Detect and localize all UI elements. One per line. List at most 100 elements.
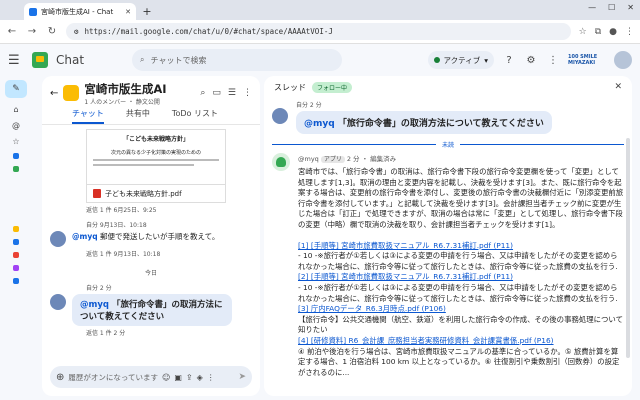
settings-icon[interactable]: ⚙ <box>524 55 538 66</box>
citation-excerpt: - 10 -※旅行者が①若しくは③による変更の申請を行う場合、又は申請をしたがそ… <box>298 251 618 271</box>
list-item: 自分 2 分 @myq 「旅行命令書」の取消方法について教えてください <box>272 100 624 134</box>
reply-count[interactable]: 返信 1 件 2 分 <box>86 328 252 337</box>
drive-icon[interactable]: ◈ <box>197 373 203 382</box>
message-meta: 自分 9月13日、10:18 <box>86 222 147 229</box>
space-shortcut-icon[interactable] <box>13 153 19 159</box>
close-window-icon[interactable]: ✕ <box>627 3 634 12</box>
citation-link[interactable]: [3] 庁内FAQデータ_R6.3月時点.pdf (P106) <box>298 304 624 315</box>
account-avatar[interactable] <box>614 51 632 69</box>
follow-badge[interactable]: フォロー中 <box>312 81 353 93</box>
maximize-icon[interactable]: ☐ <box>608 3 615 12</box>
bookmark-icon[interactable]: ☆ <box>579 27 587 37</box>
status-selector[interactable]: アクティブ ▾ <box>427 51 494 69</box>
space-shortcut-icon[interactable] <box>13 239 19 245</box>
thread-panel: スレッド フォロー中 ✕ 自分 2 分 @myq 「旅行命令書」の取消方法につい… <box>264 76 632 396</box>
avatar <box>50 294 66 310</box>
reload-icon[interactable]: ↻ <box>46 26 58 37</box>
scrollbar[interactable] <box>626 138 630 358</box>
close-icon[interactable]: ✕ <box>614 82 622 92</box>
minimize-icon[interactable]: — <box>588 3 596 12</box>
date-separator: 今日 <box>144 270 157 277</box>
video-call-icon[interactable]: ▭ <box>212 88 221 98</box>
tab-title: 宮崎市版生成AI - Chat <box>41 7 114 16</box>
address-bar-row: ← → ↻ ⚙ https://mail.google.com/chat/u/0… <box>0 20 640 44</box>
citation-link[interactable]: [4] [研修資料] R6_会計課_庶務担当者実務研修資料_会計課賞書係.pdf… <box>298 336 624 347</box>
list-item: @myq 「旅行命令書」の取消方法について教えてください <box>50 294 252 326</box>
window-controls: — ☐ ✕ <box>588 3 634 12</box>
reply-count[interactable]: 返信 1 件 9月13日、10:18 <box>86 249 252 258</box>
upload-icon[interactable]: ⇪ <box>186 373 193 382</box>
forward-icon[interactable]: → <box>26 26 38 37</box>
url-field[interactable]: ⚙ https://mail.google.com/chat/u/0/#chat… <box>66 23 571 40</box>
bot-avatar <box>272 153 290 171</box>
file-preview[interactable]: 「こども未来戦略方針」 次元の異なる少子化対策の実現のための <box>86 129 226 185</box>
browser-tabbar: 宮崎市版生成AI - Chat ✕ + — ☐ ✕ <box>0 0 640 20</box>
apps-grid-icon[interactable]: ⋮ <box>546 55 560 66</box>
unread-divider: 未読 <box>272 140 625 149</box>
site-info-icon[interactable]: ⚙ <box>74 27 79 36</box>
back-icon[interactable]: ← <box>6 26 18 37</box>
help-icon[interactable]: ? <box>502 55 516 66</box>
reply-count[interactable]: 返信 1 件 6月25日、9:25 <box>86 205 252 214</box>
send-icon[interactable]: ➤ <box>238 372 246 382</box>
space-tabs: チャット 共有中 ToDo リスト <box>42 104 260 124</box>
new-tab-button[interactable]: + <box>140 4 154 18</box>
search-placeholder: チャットで検索 <box>150 55 207 65</box>
space-shortcut-icon[interactable] <box>13 226 19 232</box>
mention[interactable]: @myq <box>72 232 98 241</box>
space-shortcut-icon[interactable] <box>13 252 19 258</box>
space-name[interactable]: 宮崎市版生成AI <box>84 81 166 97</box>
close-tab-icon[interactable]: ✕ <box>125 8 131 16</box>
space-shortcut-icon[interactable] <box>13 166 19 172</box>
citation-link[interactable]: [1] [手順等] 宮崎市旅費取扱マニュアル_R6.7.31補訂.pdf (P1… <box>298 241 624 252</box>
citation-link[interactable]: [2] [手順等] 宮崎市旅費取扱マニュアル_R6.7.31補訂.pdf (P1… <box>298 272 624 283</box>
bot-name[interactable]: @myq <box>298 155 319 163</box>
org-brand-logo: 100 SMILE MIYAZAKI <box>568 54 598 66</box>
starred-icon[interactable]: ☆ <box>12 137 19 146</box>
search-input[interactable]: ⌕ チャットで検索 <box>132 49 343 71</box>
avatar <box>50 231 66 247</box>
browser-tab[interactable]: 宮崎市版生成AI - Chat ✕ <box>24 3 136 20</box>
status-label: アクティブ <box>443 55 481 65</box>
tab-chat[interactable]: チャット <box>72 108 104 124</box>
mention[interactable]: @myq <box>304 119 335 129</box>
search-in-space-icon[interactable]: ⌕ <box>200 88 205 98</box>
pdf-icon <box>93 189 101 198</box>
tab-todo[interactable]: ToDo リスト <box>172 108 218 124</box>
back-arrow-icon[interactable]: ← <box>50 88 58 99</box>
profile-icon[interactable]: ● <box>609 27 617 37</box>
add-icon[interactable]: ⊕ <box>56 372 64 383</box>
thread-list-icon[interactable]: ☰ <box>228 88 236 98</box>
space-panel: ← 宮崎市版生成AI 1 人のメンバー ・ 静文公開 ⌕ ▭ ☰ ⋮ チャット … <box>42 76 260 396</box>
thread-body: 自分 2 分 @myq 「旅行命令書」の取消方法について教えてください 未読 @… <box>264 98 632 396</box>
home-icon[interactable]: ⌂ <box>13 105 18 114</box>
search-icon: ⌕ <box>140 55 145 64</box>
mentions-icon[interactable]: @ <box>12 121 20 130</box>
gif-icon[interactable]: ▣ <box>174 373 182 382</box>
tab-shared[interactable]: 共有中 <box>126 108 150 124</box>
app-badge: アプリ <box>320 156 345 163</box>
browser-menu-icon[interactable]: ⋮ <box>625 27 634 37</box>
app-header: ☰ Chat ⌕ チャットで検索 アクティブ ▾ ? ⚙ ⋮ 100 SMILE… <box>0 44 640 76</box>
message-text: 「旅行命令書」の取消方法について教えてください <box>337 119 544 129</box>
space-header: ← 宮崎市版生成AI 1 人のメンバー ・ 静文公開 ⌕ ▭ ☰ ⋮ <box>42 76 260 106</box>
space-shortcut-icon[interactable] <box>13 265 19 271</box>
emoji-icon[interactable]: ☺ <box>162 373 170 382</box>
url-text: https://mail.google.com/chat/u/0/#chat/s… <box>84 27 333 36</box>
mention[interactable]: @myq <box>80 300 109 310</box>
reply-paragraph: 宮崎市では、「旅行命令書」の取消は、旅行命令書下段の旅行命令変更欄を使って「変更… <box>298 167 624 229</box>
extensions-icon[interactable]: ⧉ <box>595 27 601 37</box>
space-shortcut-icon[interactable] <box>13 278 19 284</box>
new-chat-button[interactable]: ✎ <box>5 80 27 98</box>
chat-favicon-icon <box>29 7 37 16</box>
file-attachment[interactable]: 子ども未来戦略方針.pdf <box>86 185 226 203</box>
message-composer[interactable]: ⊕ 履歴がオンになっています ☺ ▣ ⇪ ◈ ⋮ ➤ <box>50 366 252 388</box>
more-icon[interactable]: ⋮ <box>207 373 215 382</box>
preview-subtitle: 次元の異なる少子化対策の実現のための <box>110 150 201 156</box>
message-text: 郵便で発送したいが手順を教えて。 <box>99 232 220 241</box>
more-options-icon[interactable]: ⋮ <box>243 88 252 98</box>
citation-excerpt: ④ 前泊や後泊を行う場合は、宮崎市旅費取扱マニュアルの基準に合っているか。⑤ 旅… <box>298 346 620 377</box>
unread-label: 未読 <box>442 142 455 149</box>
message-meta: 自分 2 分 <box>86 285 112 292</box>
main-menu-icon[interactable]: ☰ <box>8 53 24 68</box>
